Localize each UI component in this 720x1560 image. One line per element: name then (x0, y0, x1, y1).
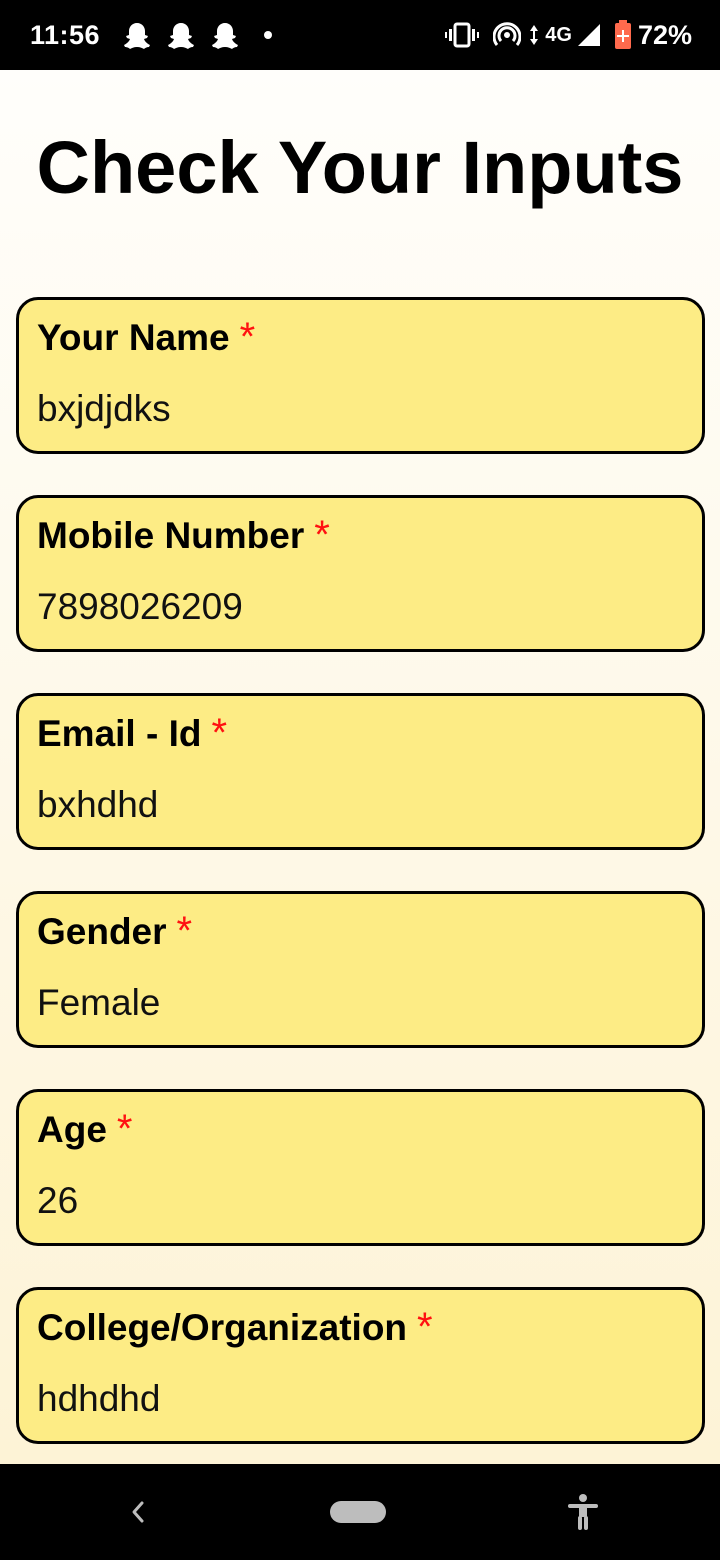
field-value: hdhdhd (37, 1378, 161, 1419)
main-content: Check Your Inputs Your Name * bxjdjdks Mo… (0, 70, 720, 1464)
required-asterisk: * (417, 1305, 433, 1349)
snapchat-icon (124, 23, 151, 49)
field-value: Female (37, 982, 161, 1023)
required-asterisk: * (116, 1107, 133, 1151)
field-label: Mobile Number * (37, 512, 702, 558)
snapchat-icon (168, 23, 195, 49)
field-card-gender: Gender * Female (16, 891, 705, 1048)
field-card-mobile-number: Mobile Number * 7898026209 (16, 495, 705, 652)
status-bar-left: 11:56 (30, 19, 273, 51)
home-pill-icon (330, 1501, 386, 1523)
battery-saver-icon: 72% (614, 20, 692, 51)
status-bar: 11:56 4G 72% (0, 0, 720, 70)
vibrate-icon (445, 22, 480, 48)
field-label-text: Your Name (37, 317, 230, 358)
field-label: Gender * (37, 908, 702, 954)
field-label-text: Email - Id (37, 713, 202, 754)
field-value: bxjdjdks (37, 388, 171, 429)
data-arrows-icon: 4G (529, 24, 572, 47)
page-title: Check Your Inputs (36, 126, 684, 209)
hotspot-icon (493, 21, 522, 49)
network-type-label: 4G (545, 23, 572, 46)
home-button[interactable] (330, 1501, 386, 1523)
snapchat-icon (212, 23, 239, 49)
required-asterisk: * (176, 909, 193, 953)
field-label-text: Mobile Number (37, 515, 305, 556)
field-card-college-organization: College/Organization * hdhdhd (16, 1287, 705, 1444)
field-label: Age * (37, 1106, 702, 1152)
status-bar-right: 4G 72% (431, 20, 692, 51)
field-label: Email - Id * (37, 710, 702, 756)
field-card-email-id: Email - Id * bxhdhd (16, 693, 705, 850)
required-asterisk: * (239, 315, 256, 359)
battery-percent: 72% (637, 19, 692, 50)
status-time: 11:56 (30, 19, 101, 50)
back-icon[interactable] (128, 1499, 150, 1525)
field-label: Your Name * (37, 314, 702, 360)
field-list: Your Name * bxjdjdks Mobile Number * 78980… (16, 297, 705, 1464)
required-asterisk: * (314, 513, 330, 557)
field-value: 7898026209 (37, 586, 243, 627)
field-label-text: College/Organization (37, 1307, 408, 1348)
field-label: College/Organization * (37, 1304, 702, 1350)
field-card-age: Age * 26 (16, 1089, 705, 1246)
navigation-bar (0, 1464, 720, 1560)
required-asterisk: * (211, 711, 228, 755)
accessibility-icon[interactable] (566, 1493, 600, 1531)
signal-icon (577, 24, 600, 46)
notification-dot-icon (264, 31, 273, 39)
field-value: 26 (37, 1180, 79, 1221)
field-value: bxhdhd (37, 784, 159, 825)
field-label-text: Age (37, 1109, 107, 1150)
field-card-your-name: Your Name * bxjdjdks (16, 297, 705, 454)
field-label-text: Gender (37, 911, 167, 952)
